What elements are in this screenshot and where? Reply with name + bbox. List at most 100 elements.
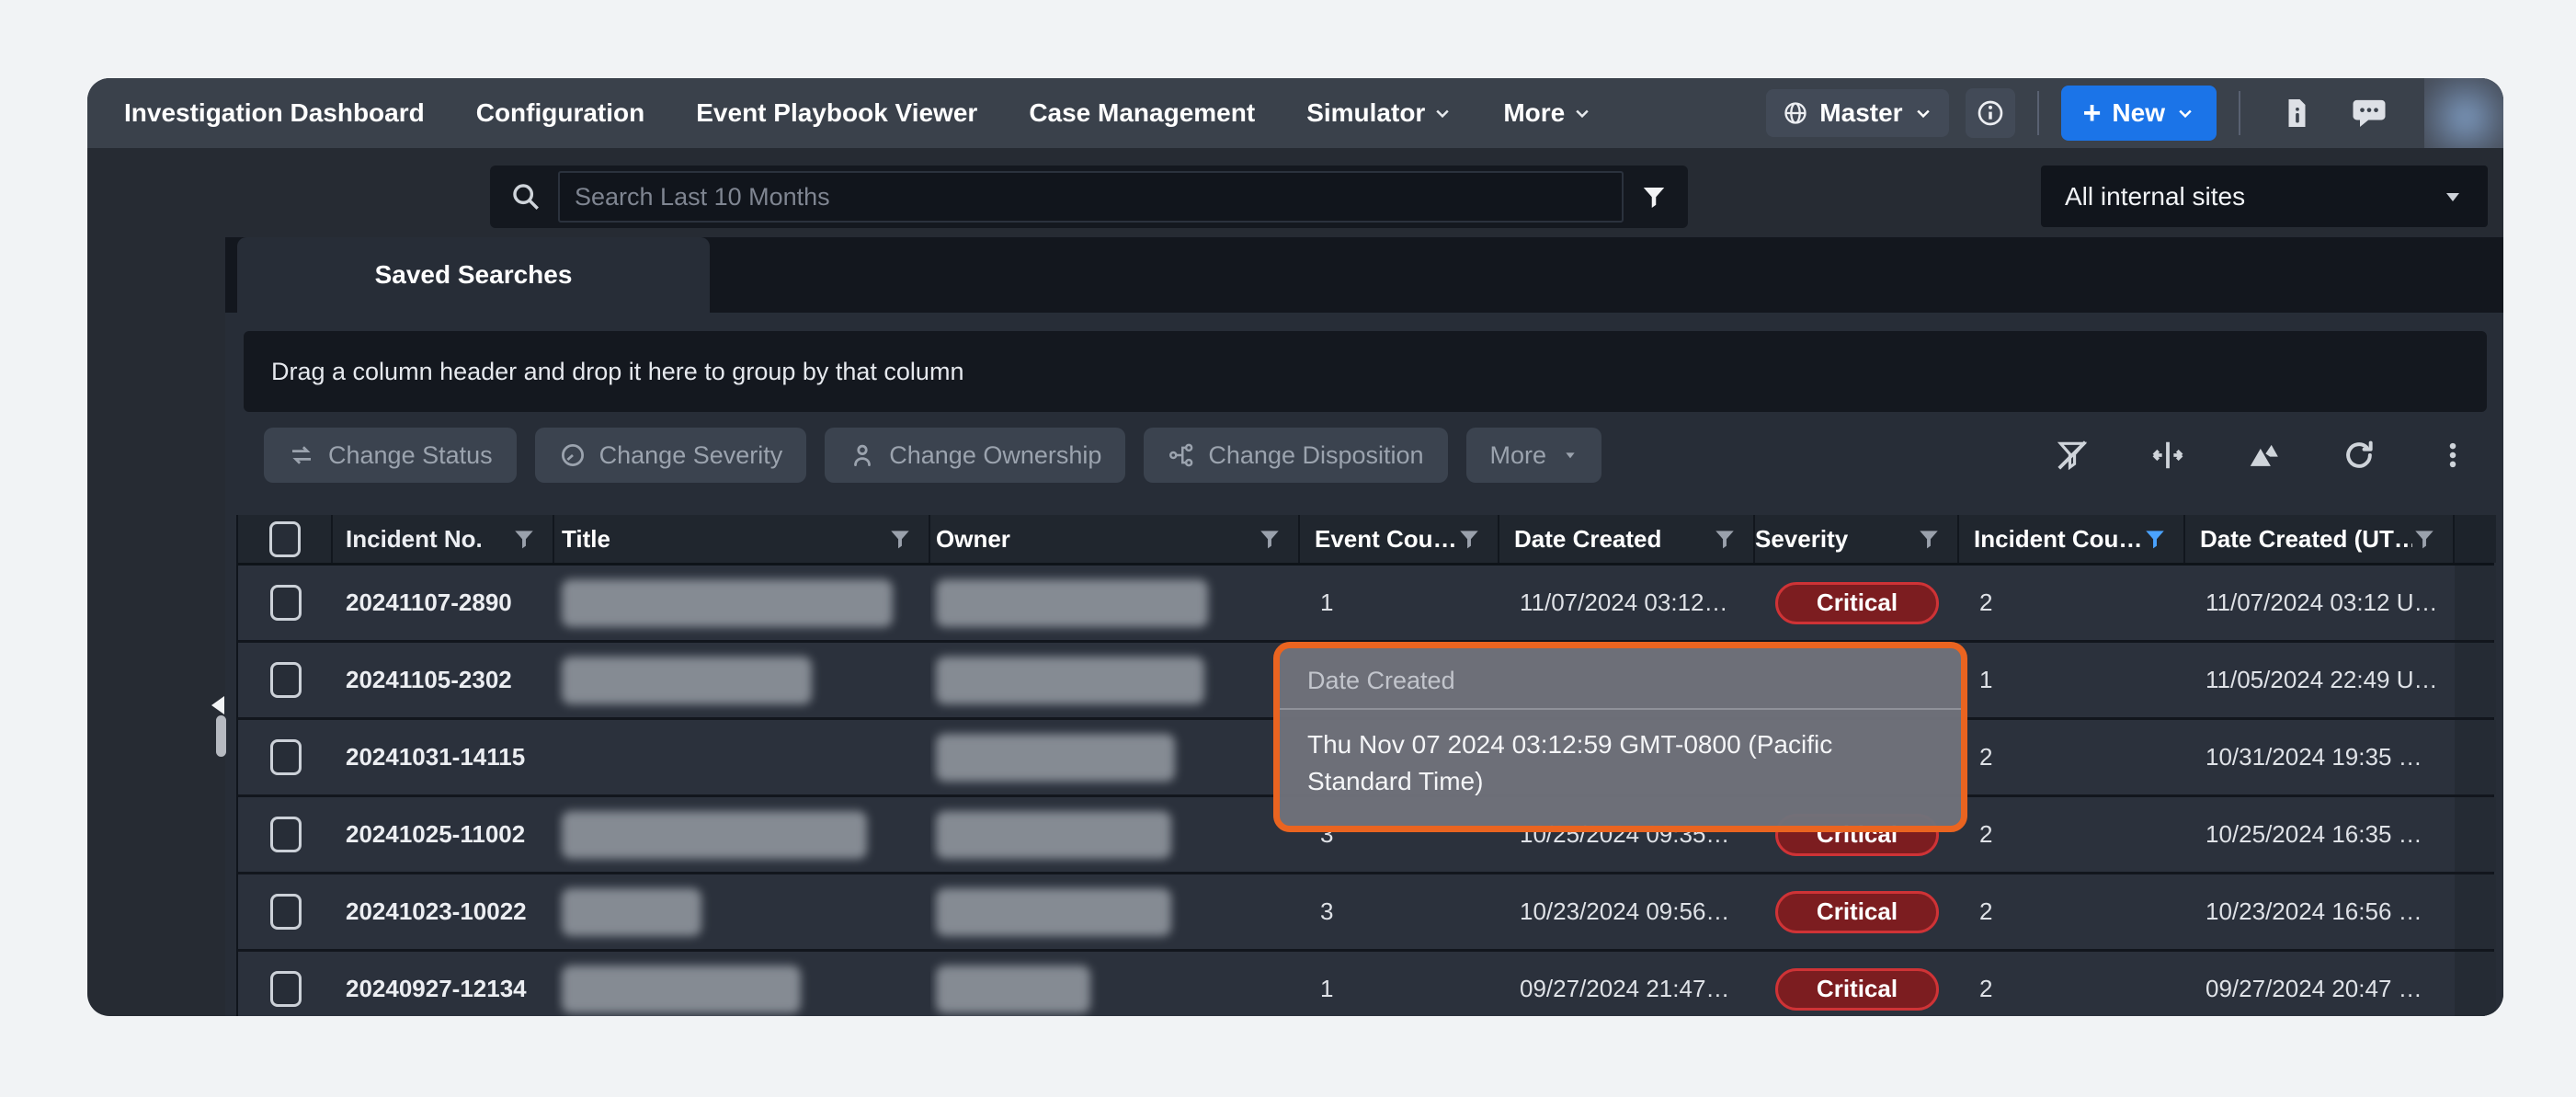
column-header-sev[interactable]: Severity (1755, 515, 1959, 563)
group-by-dropzone[interactable]: Drag a column header and drop it here to… (244, 331, 2487, 412)
row-checkbox[interactable] (270, 894, 302, 930)
owner-cell (930, 720, 1300, 794)
change-ownership-button[interactable]: Change Ownership (825, 428, 1125, 483)
tab-bar: Saved Searches (225, 237, 2503, 313)
tooltip-title: Date Created (1280, 648, 1961, 710)
column-header-title[interactable]: Title (554, 515, 930, 563)
group-by-hint: Drag a column header and drop it here to… (271, 358, 963, 386)
column-header-event[interactable]: Event Cou… (1300, 515, 1499, 563)
nav-item-more[interactable]: More (1503, 98, 1591, 128)
severity-badge: Critical (1775, 891, 1939, 933)
chat-feedback-icon[interactable] (2351, 95, 2388, 131)
owner-cell (930, 874, 1300, 949)
bulk-actions: Change Status Change Severity Change Owner… (264, 428, 1601, 483)
redacted-owner (936, 579, 1208, 627)
column-header-utc[interactable]: Date Created (UT… (2185, 515, 2455, 563)
column-label: Incident No. (346, 525, 512, 554)
column-filter-icon[interactable] (888, 527, 912, 551)
table-row[interactable]: 20241023-10022310/23/2024 09:56…Critical… (238, 874, 2492, 952)
redacted-title (562, 657, 812, 704)
release-notes-icon[interactable] (2279, 97, 2312, 130)
row-checkbox[interactable] (270, 971, 302, 1007)
kebab-menu-icon[interactable] (2437, 440, 2468, 471)
row-gutter (2455, 797, 2496, 872)
row-checkbox[interactable] (270, 585, 302, 621)
nav-item-simulator[interactable]: Simulator (1306, 98, 1452, 128)
search-filter-icon[interactable] (1640, 183, 1668, 211)
column-header-icount[interactable]: Incident Cou… (1959, 515, 2185, 563)
date-created-utc-cell: 10/23/2024 16:56 … (2185, 874, 2455, 949)
column-filter-icon[interactable] (1713, 527, 1737, 551)
column-header-date[interactable]: Date Created (1499, 515, 1755, 563)
column-filter-icon[interactable] (1917, 527, 1941, 551)
chevron-down-icon (2176, 104, 2194, 122)
chevron-down-icon (1914, 104, 1932, 122)
column-label: Event Cou… (1315, 525, 1457, 554)
title-cell (554, 643, 930, 717)
panel-collapse-arrow[interactable] (211, 696, 224, 714)
nav-item-configuration[interactable]: Configuration (476, 98, 645, 128)
tab-label: Saved Searches (375, 260, 573, 290)
change-disposition-button[interactable]: Change Disposition (1144, 428, 1447, 483)
column-filter-icon[interactable] (512, 527, 536, 551)
nav-item-label: Investigation Dashboard (124, 98, 425, 128)
nav-item-case-management[interactable]: Case Management (1029, 98, 1255, 128)
date-created-utc-cell: 11/05/2024 22:49 U… (2185, 643, 2455, 717)
incident-no-cell: 20241107-2890 (333, 566, 554, 640)
title-cell (554, 720, 930, 794)
row-gutter (2455, 643, 2496, 717)
column-filter-icon[interactable] (2412, 527, 2436, 551)
autosize-columns-icon[interactable] (2246, 438, 2281, 473)
incident-no-cell: 20241023-10022 (333, 874, 554, 949)
column-header-owner[interactable]: Owner (930, 515, 1300, 563)
column-label: Title (562, 525, 888, 554)
severity-cell: Critical (1755, 952, 1959, 1016)
sites-dropdown[interactable]: All internal sites (2041, 166, 2488, 227)
column-filter-icon[interactable] (1258, 527, 1282, 551)
date-created-utc-cell: 10/31/2024 19:35 … (2185, 720, 2455, 794)
divider (2239, 91, 2240, 135)
nav-item-label: Configuration (476, 98, 645, 128)
nav-item-label: More (1503, 98, 1565, 128)
severity-cell: Critical (1755, 874, 1959, 949)
nav-item-label: Simulator (1306, 98, 1425, 128)
row-checkbox-cell (238, 874, 333, 949)
avatar-blur (2424, 78, 2503, 148)
change-status-button[interactable]: Change Status (264, 428, 517, 483)
new-label: New (2112, 98, 2165, 128)
column-header-inc[interactable]: Incident No. (333, 515, 554, 563)
table-row[interactable]: 20240927-12134109/27/2024 21:47…Critical… (238, 952, 2492, 1016)
user-avatar[interactable] (2424, 78, 2503, 148)
master-branch-dropdown[interactable]: Master (1766, 89, 1948, 137)
refresh-icon[interactable] (2342, 438, 2377, 473)
chevron-down-icon (1573, 104, 1591, 122)
column-resize-icon[interactable] (2150, 438, 2185, 473)
row-checkbox[interactable] (270, 662, 302, 698)
info-button[interactable] (1966, 88, 2015, 138)
change-severity-button[interactable]: Change Severity (535, 428, 807, 483)
action-label: Change Disposition (1208, 441, 1423, 470)
tab-saved-searches[interactable]: Saved Searches (237, 237, 710, 313)
new-button[interactable]: + New (2061, 86, 2217, 141)
date-created-utc-cell: 09/27/2024 20:47 … (2185, 952, 2455, 1016)
select-all-checkbox[interactable] (269, 521, 301, 557)
row-checkbox[interactable] (270, 817, 302, 852)
column-filter-icon[interactable] (2143, 527, 2167, 551)
incident-no-cell: 20240927-12134 (333, 952, 554, 1016)
row-checkbox[interactable] (270, 739, 302, 775)
column-label: Incident Cou… (1974, 525, 2143, 554)
redacted-owner (936, 966, 1090, 1013)
vertical-scrollbar-thumb[interactable] (216, 715, 226, 757)
filter-off-icon[interactable] (2055, 438, 2090, 473)
date-created-utc-cell: 11/07/2024 03:12 U… (2185, 566, 2455, 640)
chevron-down-icon (1433, 104, 1452, 122)
column-filter-icon[interactable] (1457, 527, 1481, 551)
search-input[interactable] (558, 171, 1624, 223)
more-actions-button[interactable]: More (1466, 428, 1602, 483)
nav-item-event-playbook-viewer[interactable]: Event Playbook Viewer (696, 98, 977, 128)
nav-item-investigation-dashboard[interactable]: Investigation Dashboard (124, 98, 425, 128)
table-row[interactable]: 20241107-2890111/07/2024 03:12…Critical2… (238, 566, 2492, 643)
row-checkbox-cell (238, 643, 333, 717)
title-cell (554, 797, 930, 872)
app-window: Investigation Dashboard Configuration Even… (87, 78, 2503, 1016)
